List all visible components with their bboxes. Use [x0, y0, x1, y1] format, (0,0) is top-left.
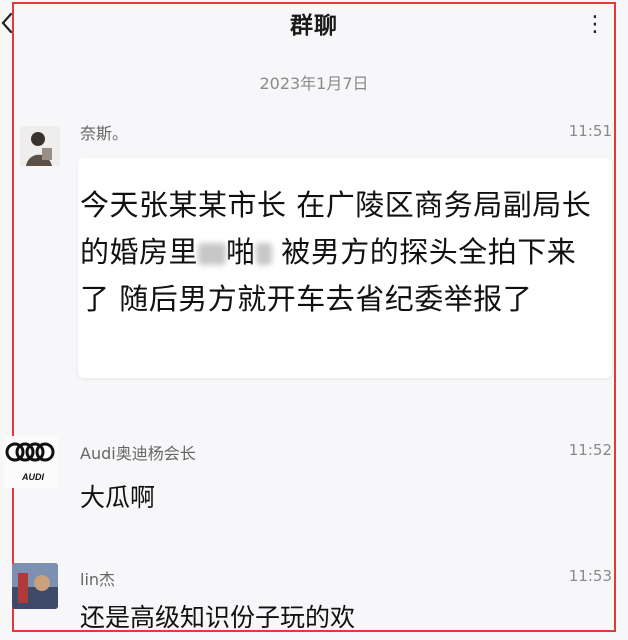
message-text[interactable]: 还是高级知识份子玩的欢	[80, 598, 355, 634]
sender-name: Audi奥迪杨会长	[80, 444, 196, 463]
message-time: 11:51	[568, 122, 612, 140]
photo-avatar-icon	[12, 563, 58, 609]
svg-text:AUDI: AUDI	[21, 472, 44, 482]
message-text[interactable]: 大瓜啊	[80, 478, 155, 514]
message-time: 11:52	[568, 441, 612, 459]
redacted-blur	[198, 243, 227, 265]
date-separator: 2023年1月7日	[259, 74, 369, 93]
avatar-sender-2[interactable]: AUDI	[4, 436, 58, 488]
sender-name: lin杰	[80, 570, 116, 589]
audi-logo-icon: AUDI	[4, 436, 58, 488]
sender-name: 奈斯。	[80, 124, 129, 143]
redacted-blur	[255, 243, 272, 265]
more-options-icon[interactable]: ⋮	[584, 12, 608, 37]
avatar-sender-1[interactable]	[20, 126, 60, 166]
chat-title: 群聊	[290, 13, 338, 39]
message-time: 11:53	[568, 567, 612, 585]
person-avatar-icon	[20, 126, 60, 166]
message-text: 今天张某某市长 在广陵区商务局副局长 的婚房里啪 被男方的探头全拍下来了 随后男…	[80, 188, 592, 316]
avatar-sender-3[interactable]	[12, 563, 58, 609]
